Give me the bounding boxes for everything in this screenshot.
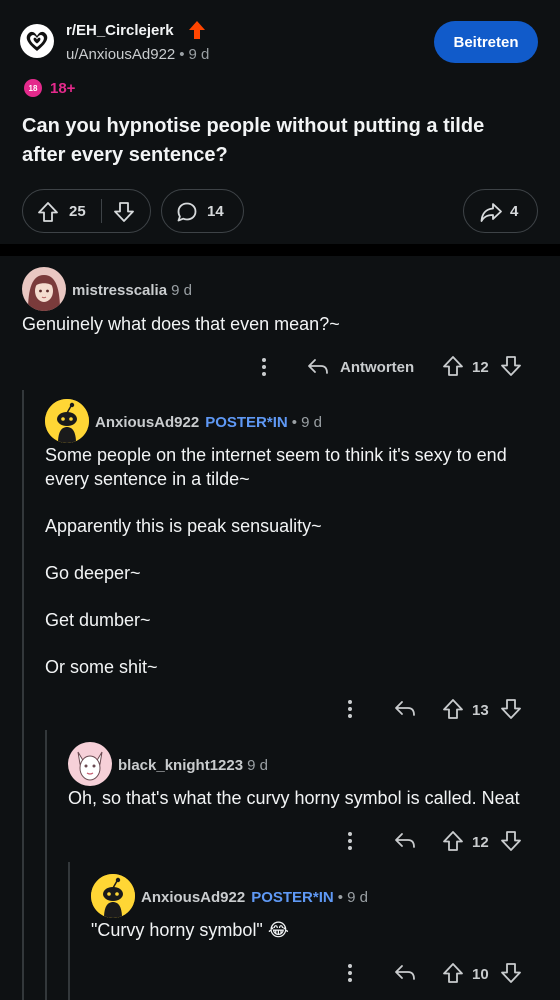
comment-author[interactable]: AnxiousAd922 POSTER*IN • 9 d — [95, 414, 322, 431]
author-name[interactable]: black_knight1223 — [118, 757, 243, 774]
vote-count: 12 — [472, 359, 489, 376]
nsfw-label: 18+ — [50, 80, 76, 97]
snoo-icon — [45, 399, 89, 443]
thread-line-level-3 — [68, 862, 70, 1000]
share-icon — [480, 203, 502, 222]
comment-age: 9 d — [247, 757, 268, 774]
hypno-heart-icon — [26, 31, 48, 51]
upvote-icon[interactable] — [442, 355, 464, 377]
downvote-icon[interactable] — [113, 201, 135, 223]
upvote-icon[interactable] — [37, 201, 59, 223]
post-title[interactable]: Can you hypnotise people without putting… — [22, 112, 522, 170]
upvote-arrow-icon — [189, 21, 205, 39]
post-age: 9 d — [188, 46, 210, 63]
more-options-icon[interactable] — [340, 962, 360, 984]
anime-avatar-icon — [22, 267, 66, 311]
thread-line-level-1 — [22, 390, 24, 1000]
comment-body: "Curvy horny symbol" 😂 — [91, 920, 289, 940]
comment-body: Genuinely what does that even mean?~ — [22, 314, 340, 334]
upvote-icon[interactable] — [442, 698, 464, 720]
furry-avatar-icon — [68, 742, 112, 786]
join-button[interactable]: Beitreten — [434, 21, 538, 63]
nsfw-icon: 18 — [24, 79, 42, 97]
share-button[interactable]: 4 — [463, 189, 538, 233]
post-author-line: u/AnxiousAd922 • 9 d — [66, 46, 210, 63]
vote-divider — [101, 199, 102, 223]
subreddit-avatar[interactable] — [20, 24, 54, 58]
post-author[interactable]: u/AnxiousAd922 — [66, 46, 175, 63]
author-name[interactable]: AnxiousAd922 — [95, 414, 199, 431]
op-badge: POSTER*IN — [251, 889, 334, 906]
post-comment-count: 14 — [207, 203, 224, 220]
more-options-icon[interactable] — [254, 356, 274, 378]
post-vote-count: 25 — [69, 203, 86, 220]
comment-body: Some people on the internet seem to thin… — [45, 445, 507, 677]
comment-body: Oh, so that's what the curvy horny symbo… — [68, 788, 520, 808]
comment-age: • 9 d — [337, 889, 368, 906]
author-name[interactable]: AnxiousAd922 — [141, 889, 245, 906]
vote-count: 13 — [472, 702, 489, 719]
vote-count: 10 — [472, 966, 489, 983]
downvote-icon[interactable] — [500, 355, 522, 377]
avatar[interactable] — [68, 742, 112, 786]
reply-icon[interactable] — [393, 830, 417, 852]
vote-bar: 25 — [22, 189, 151, 233]
author-name[interactable]: mistresscalia — [72, 282, 167, 299]
comment-age: • 9 d — [291, 414, 322, 431]
reply-icon[interactable] — [393, 962, 417, 984]
snoo-icon — [91, 874, 135, 918]
vote-count: 12 — [472, 834, 489, 851]
avatar[interactable] — [22, 267, 66, 311]
thread-line-level-2 — [45, 730, 47, 1000]
more-options-icon[interactable] — [340, 698, 360, 720]
avatar[interactable] — [91, 874, 135, 918]
subreddit-name[interactable]: r/EH_Circlejerk — [66, 22, 174, 39]
comment-age: 9 d — [171, 282, 192, 299]
upvote-icon[interactable] — [442, 962, 464, 984]
upvote-icon[interactable] — [442, 830, 464, 852]
comments-button[interactable]: 14 — [161, 189, 244, 233]
comment-bubble-icon — [177, 202, 197, 222]
comment-author[interactable]: mistresscalia 9 d — [72, 282, 192, 299]
reply-icon[interactable] — [393, 698, 417, 720]
comment-author[interactable]: AnxiousAd922 POSTER*IN • 9 d — [141, 889, 368, 906]
downvote-icon[interactable] — [500, 830, 522, 852]
comment-author[interactable]: black_knight1223 9 d — [118, 757, 268, 774]
avatar[interactable] — [45, 399, 89, 443]
reply-button[interactable]: Antworten — [340, 359, 414, 376]
reply-icon[interactable] — [306, 356, 330, 378]
more-options-icon[interactable] — [340, 830, 360, 852]
post-header: r/EH_Circlejerk u/AnxiousAd922 • 9 d Beitr… — [0, 0, 560, 244]
downvote-icon[interactable] — [500, 698, 522, 720]
op-badge: POSTER*IN — [205, 414, 288, 431]
post-share-count: 4 — [510, 203, 519, 220]
downvote-icon[interactable] — [500, 962, 522, 984]
section-divider — [0, 244, 560, 256]
